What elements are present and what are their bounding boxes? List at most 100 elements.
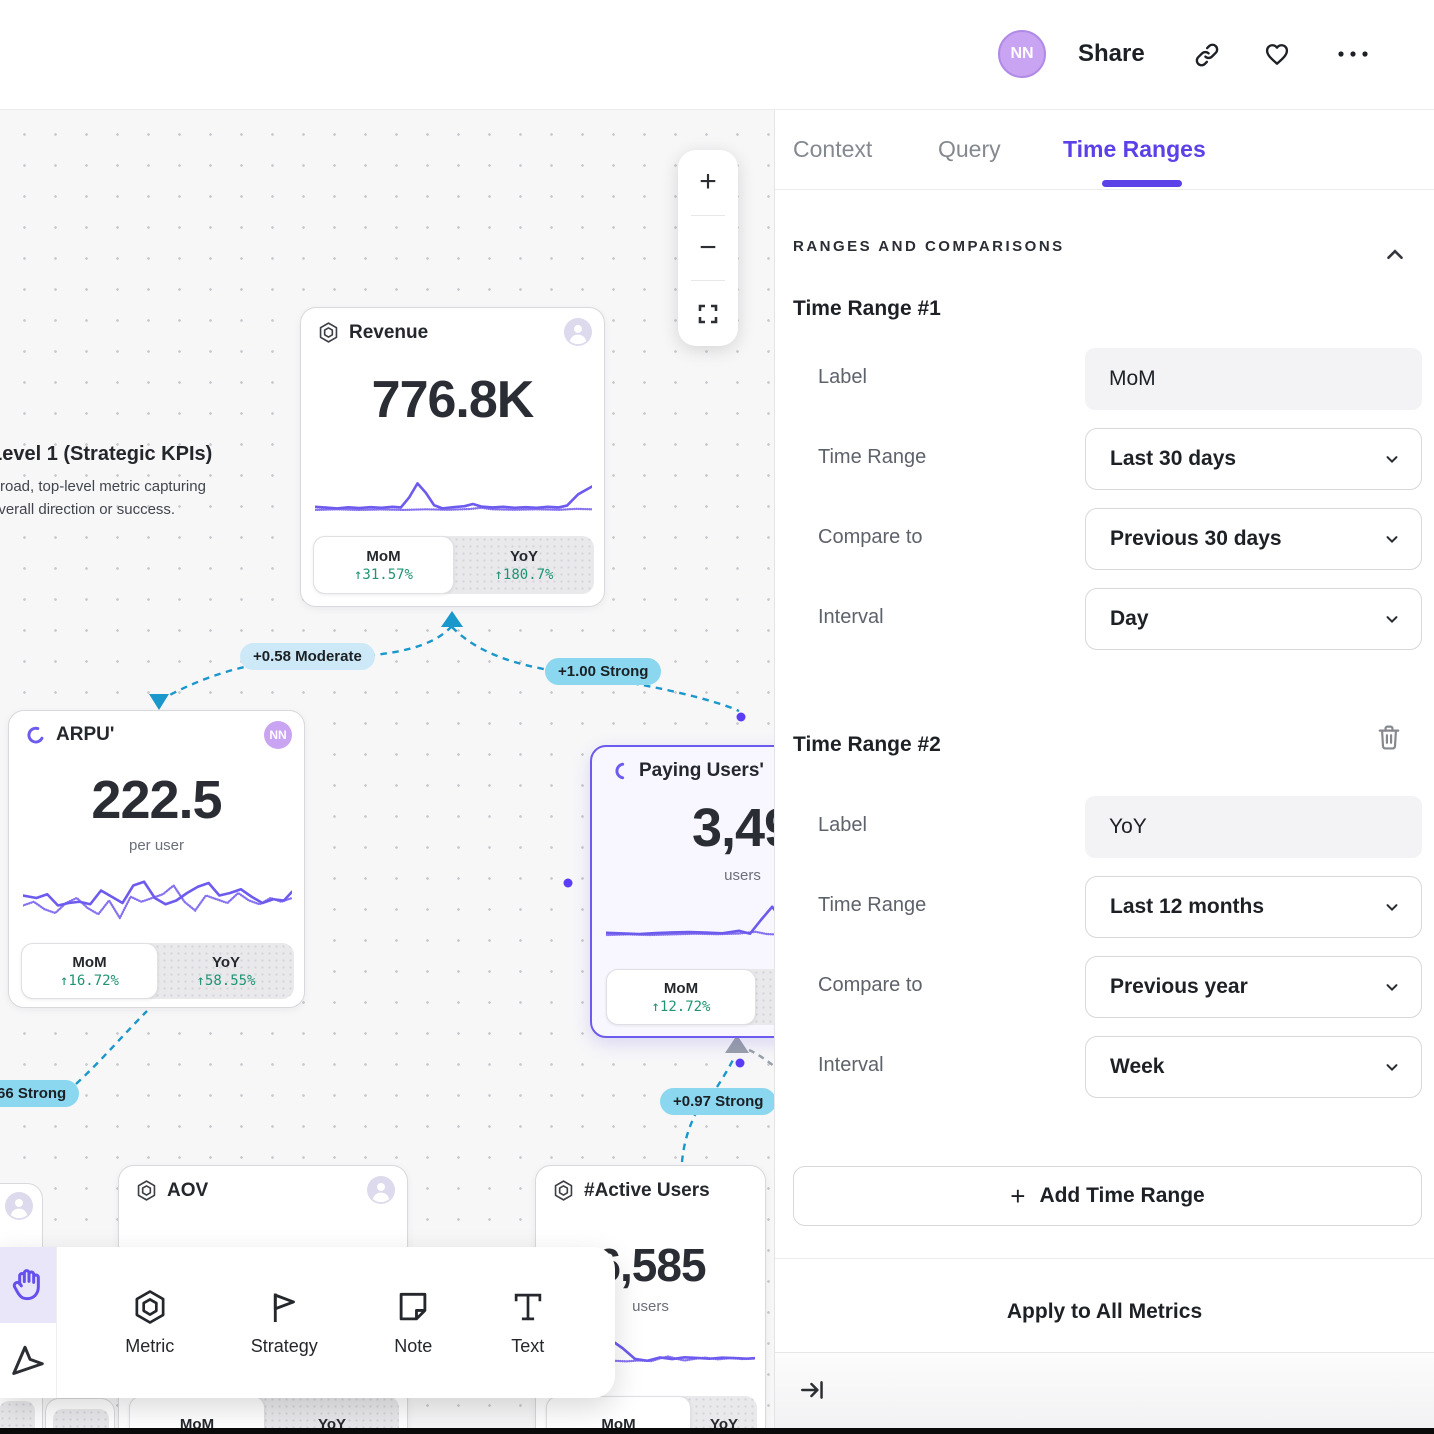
field-label: Time Range bbox=[818, 446, 926, 469]
tool-text[interactable]: Text bbox=[509, 1288, 547, 1357]
plus-icon: + bbox=[1010, 1181, 1025, 1212]
metric-card-revenue[interactable]: Revenue 776.8K MoM ↑31.57% YoY ↑180.7% bbox=[300, 307, 605, 607]
hand-icon bbox=[8, 1265, 48, 1305]
interval-select[interactable]: Week bbox=[1085, 1036, 1422, 1098]
metric-tree-canvas[interactable]: Level 1 (Strategic KPIs) Broad, top-leve… bbox=[0, 110, 775, 1434]
metric-value: 222.5 bbox=[9, 769, 304, 831]
chevron-down-icon bbox=[1383, 610, 1401, 628]
sparkline-chart bbox=[606, 897, 775, 949]
metric-card-paying-users[interactable]: Paying Users' 3,49 users MoM ↑12.72% bbox=[590, 745, 775, 1038]
card-owner-avatar: NN bbox=[264, 721, 292, 749]
time-range-2-title: Time Range #2 bbox=[793, 733, 941, 757]
correlation-badge[interactable]: 66 Strong bbox=[0, 1080, 79, 1107]
flag-icon bbox=[265, 1288, 303, 1326]
connector-dot bbox=[736, 1059, 745, 1068]
compare-to-select[interactable]: Previous year bbox=[1085, 956, 1422, 1018]
more-options-icon[interactable] bbox=[1336, 48, 1370, 60]
card-title: AOV bbox=[167, 1180, 208, 1202]
divider bbox=[775, 1258, 1434, 1259]
text-icon bbox=[509, 1288, 547, 1326]
settings-panel: Context Query Time Ranges RANGES AND COM… bbox=[775, 0, 1434, 1434]
active-tab-indicator bbox=[1102, 180, 1182, 187]
zoom-out-button[interactable]: − bbox=[678, 216, 738, 281]
time-range-select[interactable]: Last 30 days bbox=[1085, 428, 1422, 490]
tab-context[interactable]: Context bbox=[793, 110, 872, 189]
loading-arc-icon bbox=[25, 724, 47, 746]
arrowhead-down-arpu bbox=[149, 694, 169, 710]
card-owner-avatar bbox=[367, 1176, 395, 1204]
comparison-pills: MoM ↑31.57% YoY ↑180.7% bbox=[313, 536, 594, 594]
delete-time-range-button[interactable] bbox=[1375, 722, 1403, 752]
loading-arc-icon bbox=[608, 760, 630, 782]
tab-query[interactable]: Query bbox=[938, 110, 1001, 189]
level-title: Level 1 (Strategic KPIs) bbox=[0, 443, 240, 466]
metric-card-arpu[interactable]: ARPU' NN 222.5 per user MoM ↑16.72% YoY … bbox=[8, 710, 305, 1008]
sparkline-chart bbox=[23, 863, 292, 933]
metric-unit: per user bbox=[9, 837, 304, 854]
chevron-down-icon bbox=[1383, 898, 1401, 916]
time-range-1-title: Time Range #1 bbox=[793, 297, 941, 321]
metric-hexagon-icon bbox=[317, 321, 340, 344]
card-title: ARPU' bbox=[56, 724, 114, 746]
collapse-section-button[interactable] bbox=[1382, 242, 1408, 268]
collapse-panel-button[interactable] bbox=[799, 1377, 825, 1403]
compare-to-select[interactable]: Previous 30 days bbox=[1085, 508, 1422, 570]
metric-hexagon-icon bbox=[131, 1288, 169, 1326]
chevron-down-icon bbox=[1383, 1058, 1401, 1076]
correlation-badge[interactable]: +1.00 Strong bbox=[545, 658, 661, 685]
mom-pill[interactable]: MoM ↑16.72% bbox=[21, 943, 158, 999]
chevron-down-icon bbox=[1383, 978, 1401, 996]
zoom-in-button[interactable]: + bbox=[678, 150, 738, 215]
label-input[interactable]: YoY bbox=[1085, 796, 1422, 858]
connector-dot bbox=[564, 879, 573, 888]
tool-note[interactable]: Note bbox=[394, 1288, 432, 1357]
time-range-select[interactable]: Last 12 months bbox=[1085, 876, 1422, 938]
note-icon bbox=[394, 1288, 432, 1326]
card-owner-avatar bbox=[5, 1192, 33, 1220]
add-time-range-button[interactable]: + Add Time Range bbox=[793, 1166, 1422, 1226]
chevron-down-icon bbox=[1383, 450, 1401, 468]
user-avatar[interactable]: NN bbox=[998, 30, 1046, 78]
comparison-pills: MoM ↑12.72% bbox=[606, 969, 775, 1025]
metric-unit: users bbox=[592, 867, 775, 884]
field-label: Time Range bbox=[818, 894, 926, 917]
chevron-up-icon bbox=[1382, 242, 1408, 268]
copy-link-icon[interactable] bbox=[1193, 41, 1221, 69]
metric-value: 3,49 bbox=[592, 797, 775, 859]
card-owner-avatar bbox=[564, 318, 592, 346]
connector-dot bbox=[737, 713, 746, 722]
mom-pill[interactable]: MoM ↑31.57% bbox=[313, 536, 454, 594]
level-label: Level 1 (Strategic KPIs) Broad, top-leve… bbox=[0, 443, 240, 521]
field-label: Compare to bbox=[818, 974, 923, 997]
panel-footer bbox=[775, 1352, 1434, 1428]
mom-pill[interactable]: MoM ↑12.72% bbox=[606, 969, 756, 1025]
select-tool[interactable] bbox=[0, 1323, 56, 1399]
tool-strategy[interactable]: Strategy bbox=[251, 1288, 318, 1357]
chevron-down-icon bbox=[1383, 530, 1401, 548]
tool-metric[interactable]: Metric bbox=[125, 1288, 174, 1357]
field-label: Label bbox=[818, 814, 867, 837]
hand-tool[interactable] bbox=[0, 1247, 56, 1323]
level-description: Broad, top-level metric capturing overal… bbox=[0, 476, 235, 521]
interval-select[interactable]: Day bbox=[1085, 588, 1422, 650]
tab-time-ranges[interactable]: Time Ranges bbox=[1063, 110, 1206, 189]
share-button[interactable]: Share bbox=[1078, 40, 1145, 68]
arrowhead-up-revenue bbox=[441, 611, 463, 627]
panel-tabs: Context Query Time Ranges bbox=[775, 110, 1434, 190]
yoy-pill[interactable]: YoY ↑58.55% bbox=[158, 943, 294, 999]
correlation-badge[interactable]: +0.97 Strong bbox=[660, 1088, 775, 1115]
metric-hexagon-icon bbox=[552, 1179, 575, 1202]
sparkline-chart bbox=[315, 474, 592, 524]
field-label: Compare to bbox=[818, 526, 923, 549]
favorite-heart-icon[interactable] bbox=[1262, 40, 1292, 68]
fit-view-button[interactable] bbox=[678, 281, 738, 346]
tool-strip bbox=[0, 1247, 57, 1398]
yoy-pill[interactable]: YoY ↑180.7% bbox=[454, 536, 594, 594]
zoom-controls: + − bbox=[678, 150, 738, 346]
field-label: Interval bbox=[818, 606, 884, 629]
label-input[interactable]: MoM bbox=[1085, 348, 1422, 410]
comparison-pills: MoM ↑16.72% YoY ↑58.55% bbox=[21, 943, 294, 999]
metric-value: 776.8K bbox=[301, 370, 604, 430]
apply-to-all-metrics-button[interactable]: Apply to All Metrics bbox=[775, 1300, 1434, 1324]
correlation-badge[interactable]: +0.58 Moderate bbox=[240, 643, 375, 670]
